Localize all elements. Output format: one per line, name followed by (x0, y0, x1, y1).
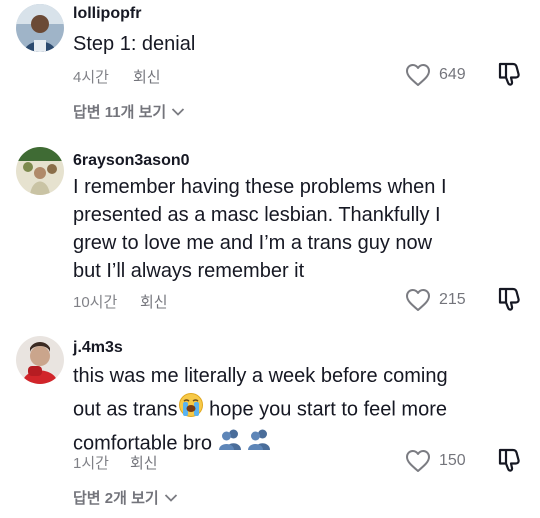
view-replies-label: 답변 11개 보기 (73, 104, 167, 121)
comment-text: I remember having these problems when I … (73, 173, 473, 285)
avatar-image (16, 4, 64, 52)
comment-item: j.4m3s this was me literally a week befo… (0, 325, 540, 518)
reply-button[interactable]: 회신 (130, 452, 158, 473)
busts-in-silhouette-emoji (218, 428, 242, 460)
comment-text-fragment: hope you start to feel more (203, 398, 447, 421)
comment-text-fragment: comfortable bro (73, 432, 212, 455)
avatar-image (16, 147, 64, 195)
reply-button[interactable]: 회신 (133, 66, 161, 87)
like-count: 649 (439, 66, 466, 83)
comment-timestamp: 10시간 (73, 294, 118, 311)
comment-text-line: presented as a masc lesbian. Thankfully … (73, 204, 441, 226)
comment-item: lollipopfr Step 1: denial 4시간 회신 649 답변 … (0, 0, 540, 130)
comment-username[interactable]: 6rayson3ason0 (73, 152, 190, 170)
heart-outline-icon (406, 450, 430, 472)
chevron-down-icon (172, 107, 185, 116)
avatar[interactable] (16, 4, 64, 52)
comment-timestamp: 1시간 (73, 455, 109, 472)
comment-text-line: but I’ll always remember it (73, 260, 305, 282)
reply-button[interactable]: 회신 (140, 291, 168, 312)
dislike-button[interactable] (496, 61, 522, 87)
like-button[interactable]: 649 (405, 63, 466, 87)
busts-in-silhouette-emoji (247, 428, 271, 460)
comment-username[interactable]: j.4m3s (73, 339, 123, 357)
comment-text-line-with-emoji: out as trans hope you start to feel more (73, 392, 473, 428)
comment-text-line: Step 1: denial (73, 33, 196, 55)
like-button[interactable]: 150 (405, 449, 466, 473)
view-replies-button[interactable]: 답변 2개 보기 (73, 487, 178, 508)
avatar[interactable] (16, 336, 64, 384)
heart-outline-icon (406, 64, 430, 86)
comment-timestamp: 4시간 (73, 69, 109, 86)
view-replies-label: 답변 2개 보기 (73, 490, 159, 507)
dislike-button[interactable] (496, 286, 522, 312)
thumbs-down-icon (498, 448, 520, 472)
avatar-image (16, 336, 64, 384)
comment-item: 6rayson3ason0 I remember having these pr… (0, 130, 540, 325)
like-button[interactable]: 215 (405, 288, 466, 312)
comment-text: this was me literally a week before comi… (73, 361, 473, 460)
comment-username[interactable]: lollipopfr (73, 5, 141, 23)
chevron-down-icon (164, 493, 177, 502)
dislike-button[interactable] (496, 447, 522, 473)
comment-text-line: I remember having these problems when I (73, 176, 447, 198)
crying-face-emoji (178, 392, 204, 428)
comment-text-fragment: out as trans (73, 398, 178, 421)
like-count: 215 (439, 291, 466, 308)
comment-text: Step 1: denial (73, 30, 473, 58)
like-count: 150 (439, 452, 466, 469)
avatar[interactable] (16, 147, 64, 195)
heart-outline-icon (406, 289, 430, 311)
comment-text-line: grew to love me and I’m a trans guy now (73, 232, 433, 254)
comment-text-line: this was me literally a week before comi… (73, 365, 448, 387)
view-replies-button[interactable]: 답변 11개 보기 (73, 101, 185, 122)
thumbs-down-icon (498, 287, 520, 311)
thumbs-down-icon (498, 62, 520, 86)
